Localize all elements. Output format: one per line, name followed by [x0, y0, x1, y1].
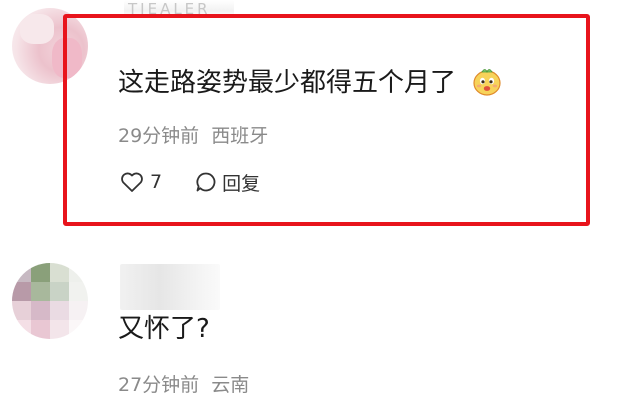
heart-icon — [120, 171, 144, 193]
comment-body: 这走路姿势最少都得五个月了 — [118, 68, 457, 98]
cute-face-emoji-icon — [472, 66, 502, 96]
comment-timestamp: 27分钟前 — [118, 374, 200, 396]
reply-label: 回复 — [222, 172, 261, 195]
username-redacted[interactable]: TIEALER — [124, 0, 234, 18]
comment-text: 这走路姿势最少都得五个月了 — [118, 66, 502, 98]
speech-bubble-icon — [194, 170, 218, 194]
reply-button[interactable]: 回复 — [194, 169, 260, 196]
comment-meta: 29分钟前 西班牙 — [118, 121, 268, 148]
username-redacted[interactable] — [120, 264, 220, 310]
comment-actions: 7 回复 — [120, 168, 260, 196]
comment-location: 西班牙 — [211, 125, 269, 147]
comment-timestamp: 29分钟前 — [118, 125, 200, 147]
avatar[interactable] — [12, 263, 88, 339]
like-count: 7 — [150, 171, 163, 193]
username: TIEALER — [128, 0, 211, 18]
comment-text: 又怀了? — [118, 314, 210, 344]
comment-meta: 27分钟前 云南 — [118, 370, 249, 397]
avatar[interactable] — [12, 8, 88, 84]
comment-location: 云南 — [211, 374, 250, 396]
like-button[interactable]: 7 — [120, 171, 162, 193]
